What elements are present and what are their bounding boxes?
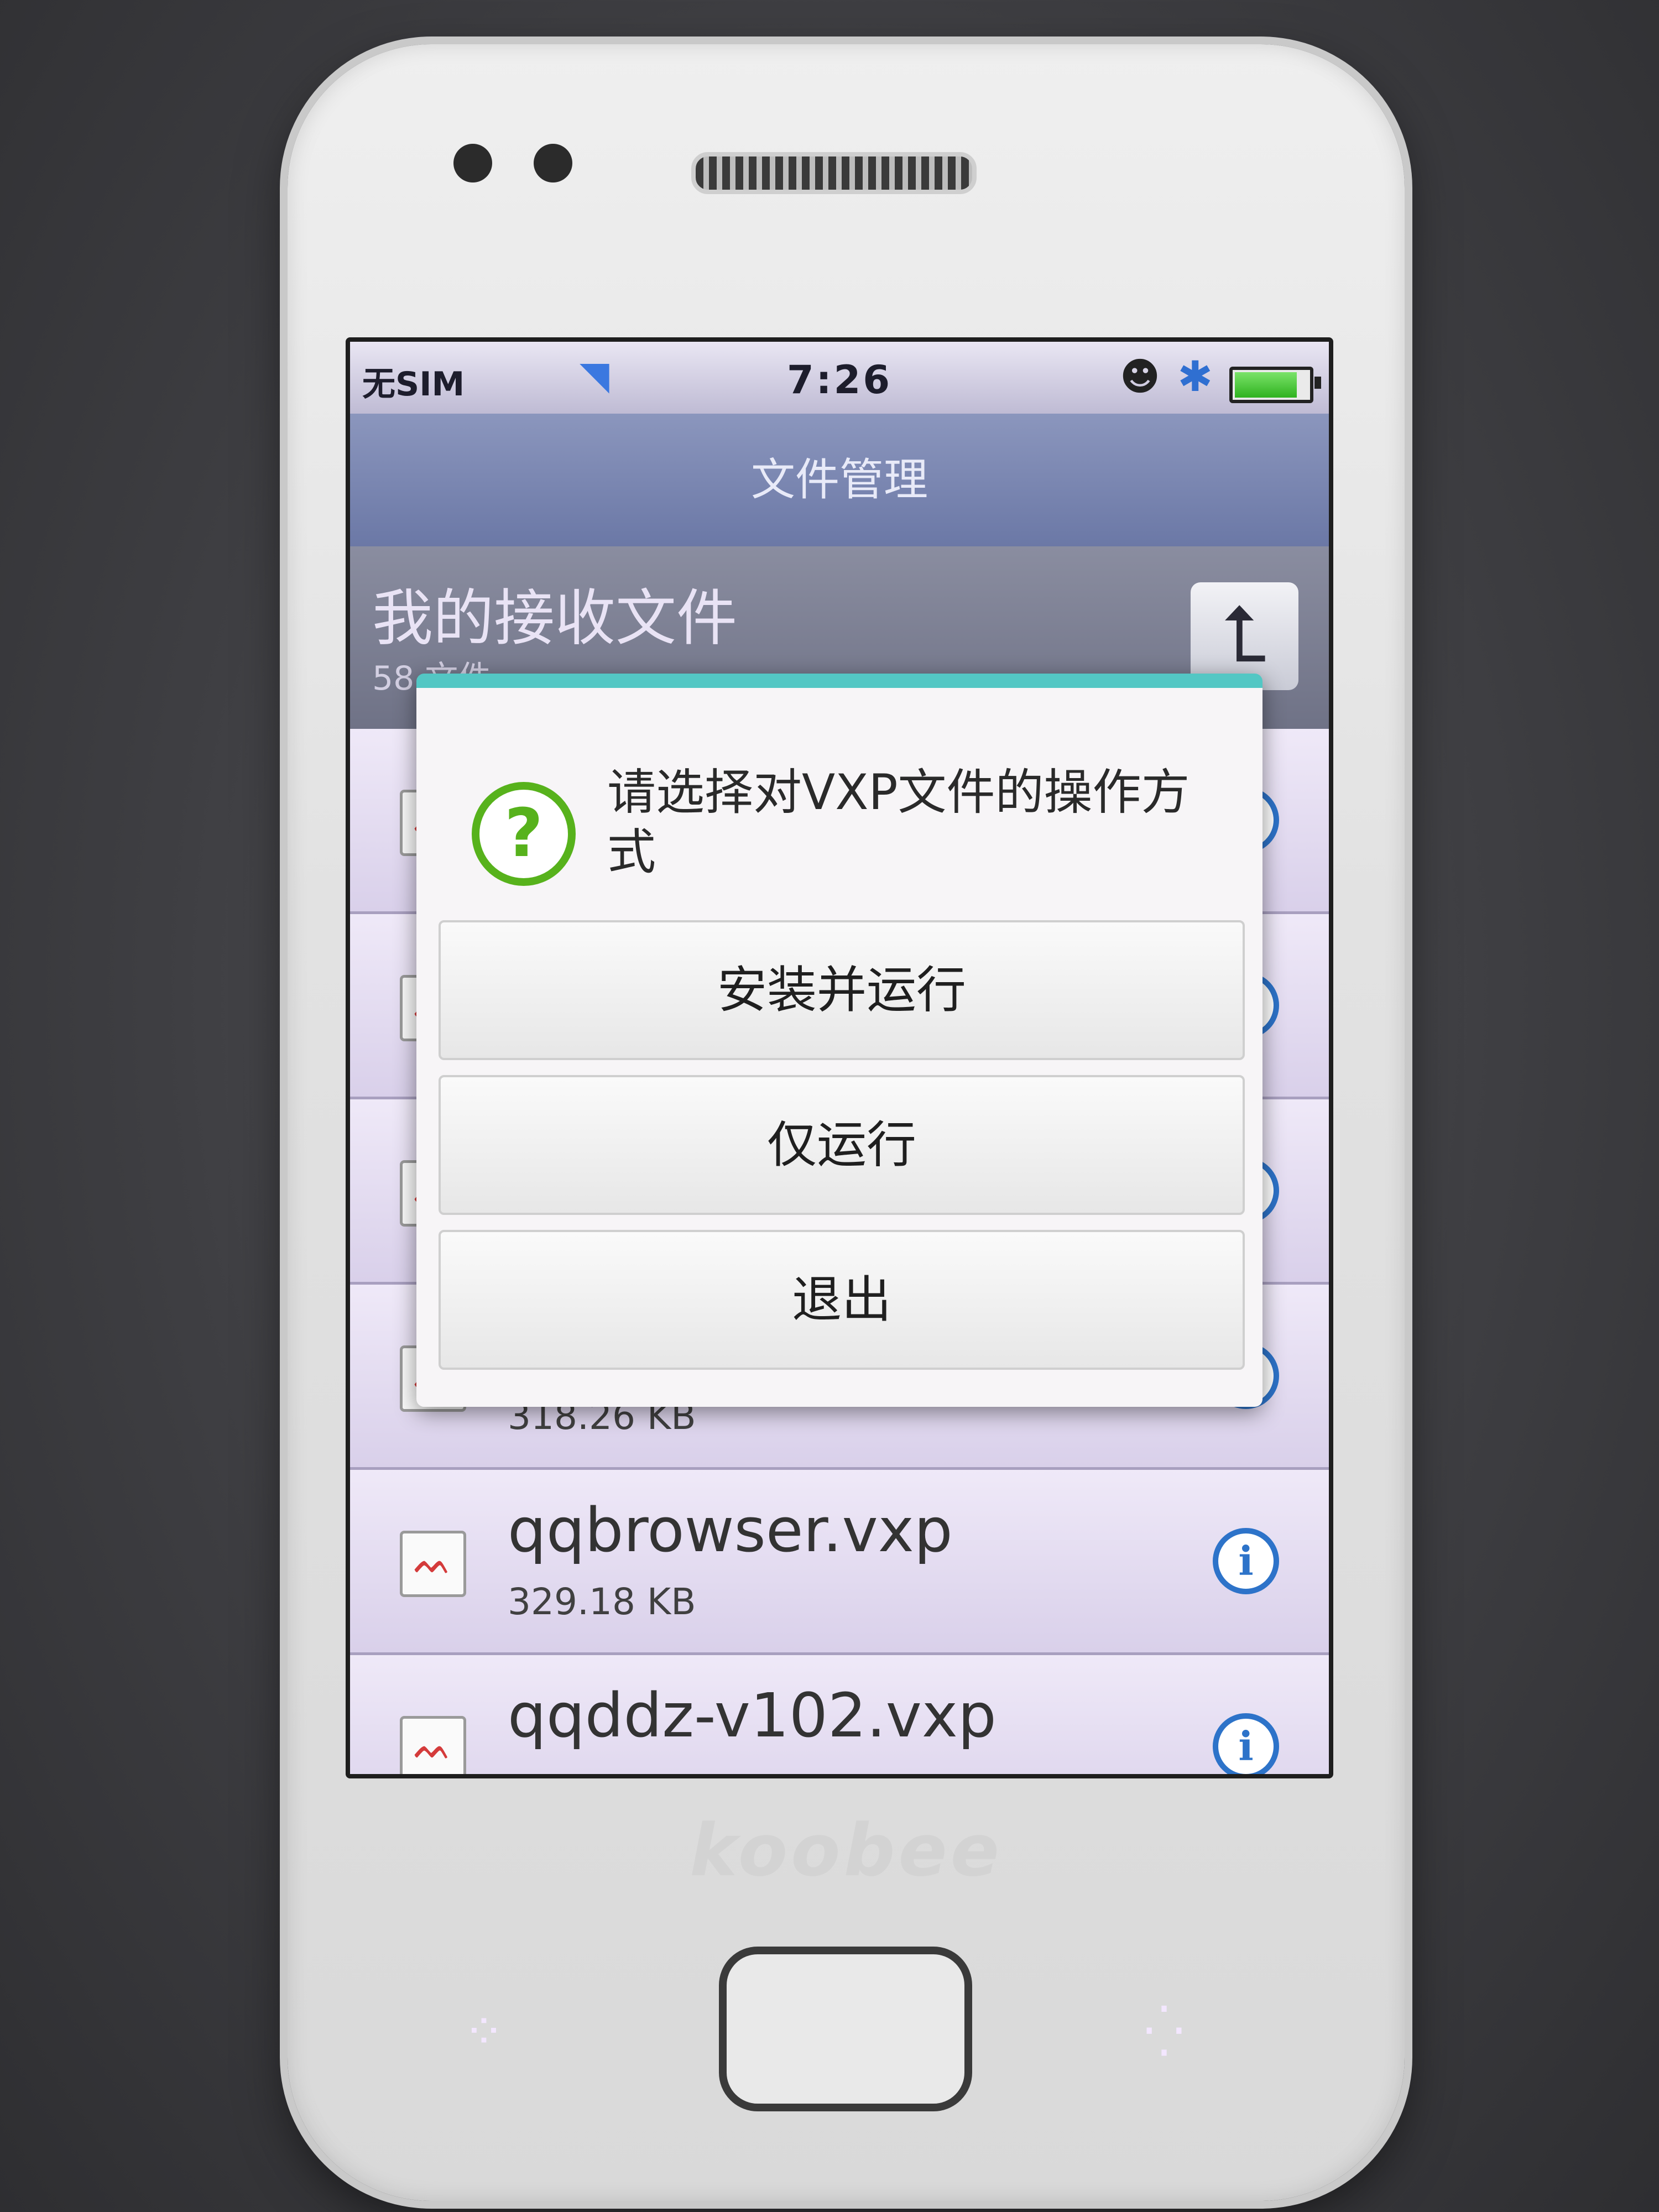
- menu-key-icon[interactable]: ⁘: [453, 2002, 514, 2063]
- info-icon[interactable]: i: [1213, 1713, 1279, 1774]
- list-item[interactable]: ᨓ qqbrowser.vxp 329.18 KB i: [350, 1470, 1329, 1655]
- app-title: 文件管理: [751, 454, 928, 505]
- exit-button[interactable]: 退出: [439, 1230, 1245, 1370]
- battery-icon: [1229, 367, 1321, 403]
- phone-screen: 无SIM ◥ 7:26 ☻ ✱ 文件管理 我的接收文件 58 文件 ⮤ ᨓ i …: [346, 337, 1333, 1778]
- proximity-sensor: [534, 144, 572, 182]
- install-and-run-button[interactable]: 安装并运行: [439, 920, 1245, 1060]
- vxp-file-icon: ᨓ: [400, 1531, 466, 1597]
- file-name: qqddz-v102.vxp: [508, 1680, 997, 1751]
- file-size: 329.18 KB: [508, 1580, 696, 1623]
- earpiece-speaker: [691, 152, 977, 194]
- question-icon: ?: [472, 782, 576, 886]
- run-only-button[interactable]: 仅运行: [439, 1075, 1245, 1215]
- qq-icon: ☻: [1120, 354, 1160, 399]
- folder-name: 我的接收文件: [372, 583, 737, 654]
- back-key-icon[interactable]: ⁛: [1134, 2002, 1194, 2063]
- front-camera: [453, 144, 492, 182]
- status-bar: 无SIM ◥ 7:26 ☻ ✱: [350, 342, 1329, 414]
- app-title-bar: 文件管理: [350, 414, 1329, 546]
- home-button[interactable]: [719, 1947, 972, 2111]
- dialog-message: 请选择对VXP文件的操作方式: [607, 764, 1190, 880]
- brand-logo: koobee: [690, 1808, 1003, 1892]
- vxp-file-icon: ᨓ: [400, 1716, 466, 1774]
- bluetooth-icon: ✱: [1177, 352, 1213, 401]
- info-icon[interactable]: i: [1213, 1528, 1279, 1594]
- action-dialog: ? 请选择对VXP文件的操作方式 安装并运行 仅运行 退出: [416, 674, 1262, 1407]
- list-item[interactable]: ᨓ qqddz-v102.vxp i: [350, 1655, 1329, 1774]
- file-name: qqbrowser.vxp: [508, 1495, 953, 1566]
